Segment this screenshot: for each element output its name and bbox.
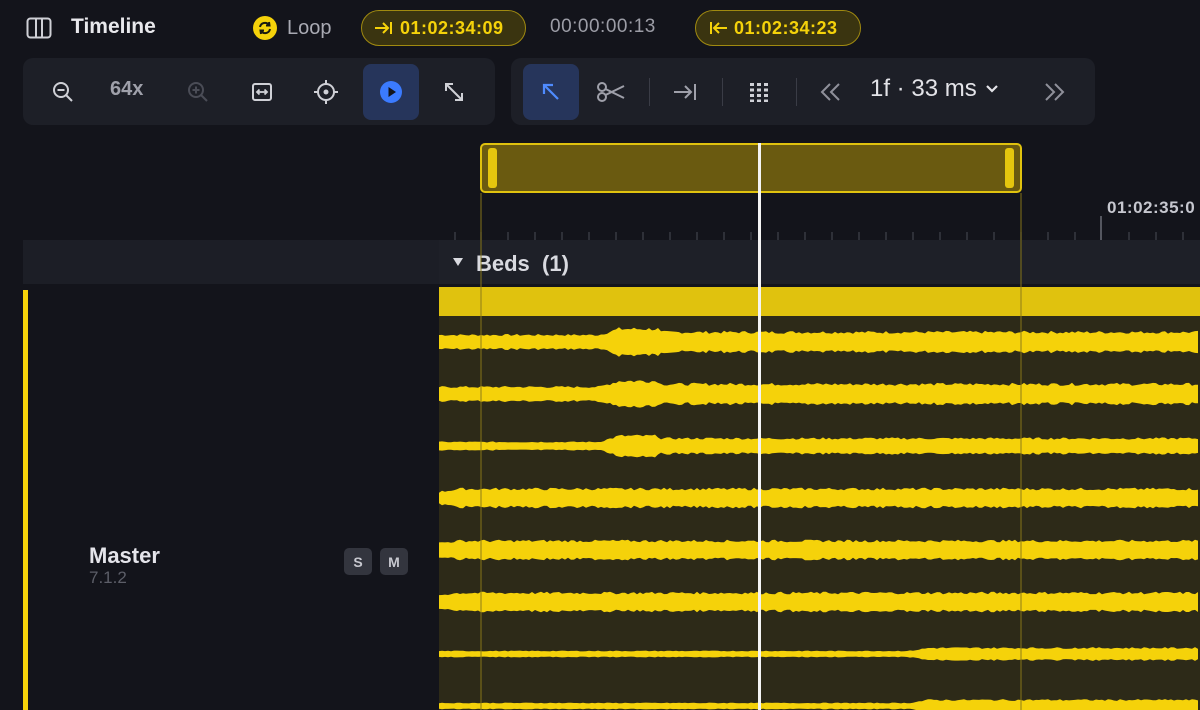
- double-chevron-left-icon: [820, 83, 840, 101]
- out-point-timecode: 01:02:34:23: [734, 17, 838, 38]
- trim-to-playhead-button[interactable]: [657, 64, 713, 120]
- waveform-channel: [439, 380, 1198, 408]
- edit-toolbar: 1f · 33 ms: [511, 58, 1095, 125]
- go-to-out-icon: [710, 22, 727, 34]
- waveform-channel: [439, 591, 1198, 613]
- step-forward-button[interactable]: [1026, 64, 1082, 120]
- scissors-icon: [597, 82, 625, 102]
- select-tool-button[interactable]: [523, 64, 579, 120]
- waveform-channel: [439, 699, 1198, 710]
- center-playhead-button[interactable]: [298, 64, 354, 120]
- expand-button[interactable]: [426, 64, 482, 120]
- waveform-area[interactable]: [439, 287, 1200, 710]
- clip-header-bar: [439, 287, 1200, 316]
- step-back-button[interactable]: [803, 64, 859, 120]
- loop-end-handle[interactable]: [1005, 148, 1014, 188]
- select-arrow-icon: [542, 83, 559, 100]
- crosshair-icon: [314, 80, 338, 104]
- track-color-accent: [23, 290, 28, 710]
- waveform-channel: [439, 327, 1198, 357]
- collapse-caret-icon[interactable]: [453, 258, 463, 266]
- go-to-in-icon: [375, 22, 392, 34]
- zoom-level: 64x: [110, 78, 144, 100]
- page-title: Timeline: [71, 15, 156, 38]
- loop-label: Loop: [287, 16, 332, 39]
- panel-layout-icon[interactable]: [26, 17, 52, 39]
- grid-icon: [750, 83, 768, 102]
- loop-duration: 00:00:00:13: [550, 16, 656, 37]
- waveform-channel: [439, 487, 1198, 509]
- arrow-to-line-icon: [674, 84, 696, 100]
- solo-button[interactable]: S: [344, 548, 372, 575]
- in-point-timecode: 01:02:34:09: [400, 17, 504, 38]
- frame-step-value: 1f · 33 ms: [870, 75, 977, 102]
- toolbar-divider: [722, 78, 723, 106]
- timeline-header: Timeline Loop 01:02:34:09 00:00:00:13 01…: [0, 0, 1200, 56]
- mute-button[interactable]: M: [380, 548, 408, 575]
- ruler-timecode: 01:02:35:0: [1107, 198, 1196, 217]
- follow-playback-button[interactable]: [363, 64, 419, 120]
- zoom-out-button[interactable]: [35, 64, 91, 120]
- beds-group-label: Beds (1): [476, 251, 569, 277]
- grid-button[interactable]: [731, 64, 787, 120]
- waveform-channel: [439, 434, 1198, 458]
- track-header-band: [23, 240, 439, 284]
- toolbar-divider: [649, 78, 650, 106]
- waveform-channel: [439, 539, 1198, 561]
- beds-group-name: Beds: [476, 251, 530, 276]
- double-chevron-right-icon: [1045, 83, 1065, 101]
- fit-width-icon: [252, 83, 272, 101]
- toolbar-divider: [796, 78, 797, 106]
- loop-toggle[interactable]: Loop: [253, 15, 332, 41]
- zoom-in-button[interactable]: [170, 64, 226, 120]
- beds-group-count: (1): [542, 251, 569, 276]
- waveform-channel: [439, 647, 1198, 661]
- track-format: 7.1.2: [89, 568, 127, 587]
- cut-tool-button[interactable]: [583, 64, 639, 120]
- track-name: Master: [89, 543, 160, 568]
- loop-start-handle[interactable]: [488, 148, 497, 188]
- frame-step-select[interactable]: 1f · 33 ms: [870, 75, 999, 103]
- fit-to-view-button[interactable]: [234, 64, 290, 120]
- play-circle-icon: [380, 81, 402, 103]
- view-toolbar: 64x: [23, 58, 495, 125]
- waveform-display: [439, 287, 1200, 710]
- loop-icon: [253, 16, 277, 40]
- loop-region[interactable]: [480, 143, 1022, 193]
- playhead[interactable]: [758, 143, 761, 710]
- chevron-down-icon: [985, 85, 998, 93]
- zoom-out-icon: [53, 82, 73, 102]
- expand-icon: [445, 83, 463, 101]
- in-point-button[interactable]: 01:02:34:09: [361, 10, 526, 46]
- zoom-in-icon: [188, 82, 208, 102]
- out-point-button[interactable]: 01:02:34:23: [695, 10, 861, 46]
